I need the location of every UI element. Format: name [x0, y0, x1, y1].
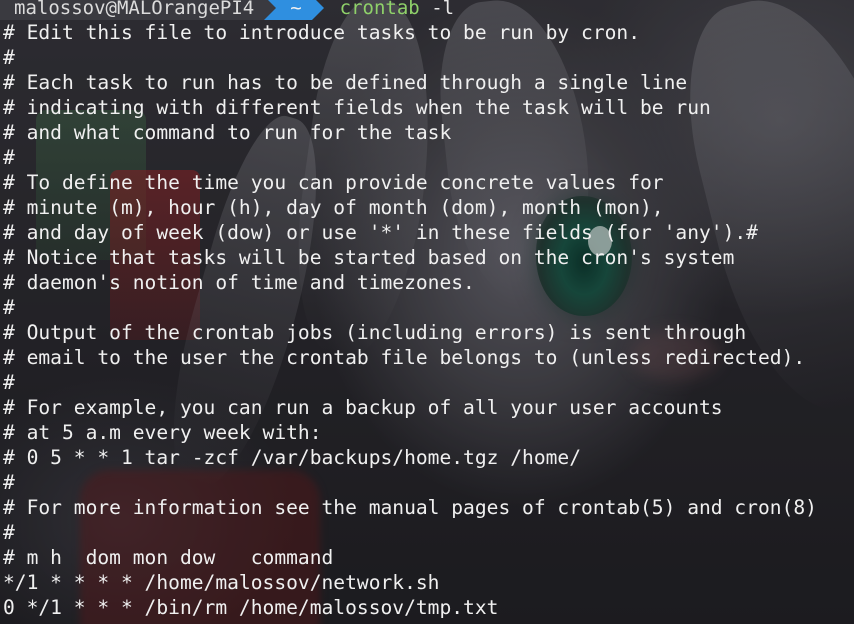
output-line: # 0 5 * * 1 tar -zcf /var/backups/home.t…	[3, 446, 582, 469]
terminal-output[interactable]: # Edit this file to introduce tasks to b…	[3, 20, 817, 620]
terminal-window[interactable]: malossov@MALOrangePI4 ~ crontab -l # Edi…	[0, 0, 854, 624]
output-line: # To define the time you can provide con…	[3, 171, 664, 194]
prompt-command: crontab	[339, 0, 420, 19]
output-line: #	[3, 471, 15, 494]
output-line: # indicating with different fields when …	[3, 96, 711, 119]
crontab-entry-line: */1 * * * * /home/malossov/network.sh	[3, 571, 440, 594]
output-line: # at 5 a.m every week with:	[3, 421, 322, 444]
output-line: # For more information see the manual pa…	[3, 496, 817, 519]
output-line: # Notice that tasks will be started base…	[3, 246, 735, 269]
output-line: #	[3, 521, 15, 544]
output-line: # and day of week (dow) or use '*' in th…	[3, 221, 758, 244]
output-line: #	[3, 46, 15, 69]
output-line: # daemon's notion of time and timezones.	[3, 271, 475, 294]
prompt-separator-icon	[264, 0, 277, 20]
output-line: # email to the user the crontab file bel…	[3, 346, 806, 369]
output-line: #	[3, 296, 15, 319]
prompt-command-argument: -l	[431, 0, 455, 19]
prompt-user-host: malossov@MALOrangePI4	[0, 0, 265, 20]
output-line: # For example, you can run a backup of a…	[3, 396, 723, 419]
output-line: #	[3, 146, 15, 169]
output-line: # Each task to run has to be defined thr…	[3, 71, 688, 94]
prompt-separator-icon	[311, 0, 324, 20]
shell-prompt: malossov@MALOrangePI4 ~ crontab -l	[0, 0, 454, 20]
output-line: # minute (m), hour (h), day of month (do…	[3, 196, 664, 219]
crontab-entry-line: 0 */1 * * * /bin/rm /home/malossov/tmp.t…	[3, 596, 499, 619]
prompt-directory: ~	[276, 0, 312, 20]
output-line: # and what command to run for the task	[3, 121, 452, 144]
output-line: # Output of the crontab jobs (including …	[3, 321, 747, 344]
output-line: #	[3, 371, 15, 394]
output-line: # Edit this file to introduce tasks to b…	[3, 21, 641, 44]
crontab-header-line: # m h dom mon dow command	[3, 546, 334, 569]
